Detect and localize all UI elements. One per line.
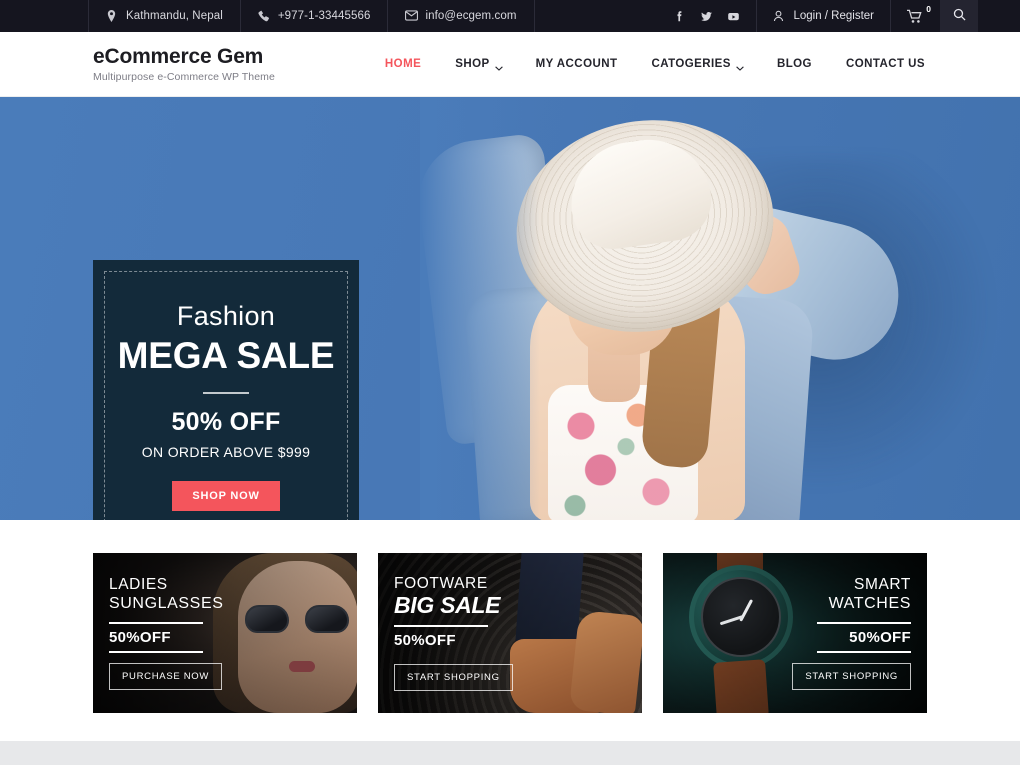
promo-card-sunglasses[interactable]: LADIES SUNGLASSES 50%OFF PURCHASE NOW <box>93 553 357 713</box>
brand-tagline: Multipurpose e-Commerce WP Theme <box>93 70 275 83</box>
page-root: Kathmandu, Nepal +977-1-33445566 info@ec… <box>0 0 1020 765</box>
twitter-icon[interactable] <box>700 10 713 23</box>
promo-offer-text: 50%OFF <box>849 628 911 646</box>
hero-discount: 50% OFF <box>171 407 281 436</box>
promo-offer-rule-bottom <box>817 650 911 653</box>
promo-card-watches[interactable]: SMART WATCHES 50%OFF START SHOPPING <box>663 553 927 713</box>
promo-title-line2: SUNGLASSES <box>109 594 224 612</box>
promo-start-shopping-button[interactable]: START SHOPPING <box>394 664 513 692</box>
promo-card-footware[interactable]: FOOTWARE BIG SALE 50%OFF START SHOPPING <box>378 553 642 713</box>
promo-title-line1: LADIES <box>109 576 168 594</box>
login-register-label: Login / Register <box>793 10 874 22</box>
hero-shop-now-button[interactable]: SHOP NOW <box>172 480 280 511</box>
top-bar-actions: Login / Register 0 <box>657 0 1020 32</box>
user-icon <box>773 10 785 23</box>
phone-info: +977-1-33445566 <box>241 0 389 32</box>
nav-item-blog[interactable]: BLOG <box>760 58 829 70</box>
site-header: eCommerce Gem Multipurpose e-Commerce WP… <box>0 32 1020 97</box>
promo-title-line2: WATCHES <box>828 594 911 612</box>
promo-offer-rule-bottom <box>109 650 203 653</box>
hero-model-photo <box>420 97 1020 522</box>
brand-title: eCommerce Gem <box>93 45 264 69</box>
promo-offer-block: 50%OFF <box>394 625 488 654</box>
page-bottom-band <box>0 741 1020 765</box>
nav-item-home[interactable]: HOME <box>368 58 438 70</box>
nav-label-catogeries: CATOGERIES <box>651 58 731 70</box>
promo-title-line2: BIG SALE <box>394 592 501 619</box>
promo-offer-text: 50%OFF <box>109 628 171 646</box>
brand-logo[interactable]: eCommerce Gem Multipurpose e-Commerce WP… <box>93 45 275 83</box>
promo-card-watches-content: SMART WATCHES 50%OFF START SHOPPING <box>663 576 927 690</box>
shopping-cart-icon <box>907 9 924 24</box>
promo-card-footware-content: FOOTWARE BIG SALE 50%OFF START SHOPPING <box>378 574 642 692</box>
hero-slider: Fashion MEGA SALE 50% OFF ON ORDER ABOVE… <box>0 97 1020 522</box>
nav-label-my-account: MY ACCOUNT <box>535 58 618 70</box>
envelope-icon <box>405 9 419 23</box>
top-bar: Kathmandu, Nepal +977-1-33445566 info@ec… <box>0 0 1020 32</box>
hero-divider <box>203 391 249 394</box>
promo-title-line1: FOOTWARE <box>394 574 488 592</box>
phone-text: +977-1-33445566 <box>277 10 371 22</box>
promo-purchase-now-button[interactable]: PURCHASE NOW <box>109 662 223 690</box>
search-icon <box>953 8 966 24</box>
promo-offer-block: 50%OFF <box>109 621 203 653</box>
nav-item-contact-us[interactable]: CONTACT US <box>829 58 942 70</box>
social-links <box>657 0 756 32</box>
nav-label-home: HOME <box>384 58 422 70</box>
youtube-icon[interactable] <box>727 10 740 23</box>
map-pin-icon <box>106 9 118 23</box>
promo-offer-block: 50%OFF <box>817 621 911 653</box>
nav-item-shop[interactable]: SHOP <box>438 58 518 71</box>
chevron-down-icon <box>736 62 744 71</box>
photo-left-fade <box>420 97 540 522</box>
promo-card-section: LADIES SUNGLASSES 50%OFF PURCHASE NOW FO… <box>0 520 1020 740</box>
promo-offer-text: 50%OFF <box>394 632 456 650</box>
hero-offer-panel: Fashion MEGA SALE 50% OFF ON ORDER ABOVE… <box>93 260 359 522</box>
hero-headline: MEGA SALE <box>117 334 335 376</box>
nav-label-blog: BLOG <box>776 58 812 70</box>
location-info: Kathmandu, Nepal <box>88 0 241 32</box>
top-bar-contact-group: Kathmandu, Nepal +977-1-33445566 info@ec… <box>88 0 535 32</box>
hero-eyebrow: Fashion <box>176 300 276 331</box>
email-text: info@ecgem.com <box>425 10 517 22</box>
promo-title-line1: SMART <box>854 576 911 594</box>
phone-icon <box>258 10 270 23</box>
nav-item-catogeries[interactable]: CATOGERIES <box>634 58 759 71</box>
nav-item-my-account[interactable]: MY ACCOUNT <box>519 58 635 70</box>
email-info: info@ecgem.com <box>388 0 535 32</box>
facebook-icon[interactable] <box>673 10 686 23</box>
top-bar-tail <box>978 0 1020 32</box>
search-button[interactable] <box>940 0 978 32</box>
promo-start-shopping-button[interactable]: START SHOPPING <box>792 662 911 690</box>
nav-label-shop: SHOP <box>455 58 490 70</box>
location-text: Kathmandu, Nepal <box>126 10 223 22</box>
cart-button[interactable]: 0 <box>891 0 940 32</box>
top-bar-spacer <box>535 0 658 32</box>
main-navigation: HOME SHOP MY ACCOUNT CATOGERIES BLOG CON… <box>368 58 942 71</box>
nav-label-contact-us: CONTACT US <box>845 58 925 70</box>
hero-condition: ON ORDER ABOVE $999 <box>141 443 311 460</box>
hero-offer-panel-inner: Fashion MEGA SALE 50% OFF ON ORDER ABOVE… <box>104 271 348 522</box>
promo-card-sunglasses-content: LADIES SUNGLASSES 50%OFF PURCHASE NOW <box>93 576 357 690</box>
cart-count-badge: 0 <box>926 4 931 14</box>
login-register-button[interactable]: Login / Register <box>756 0 891 32</box>
chevron-down-icon <box>494 62 503 71</box>
